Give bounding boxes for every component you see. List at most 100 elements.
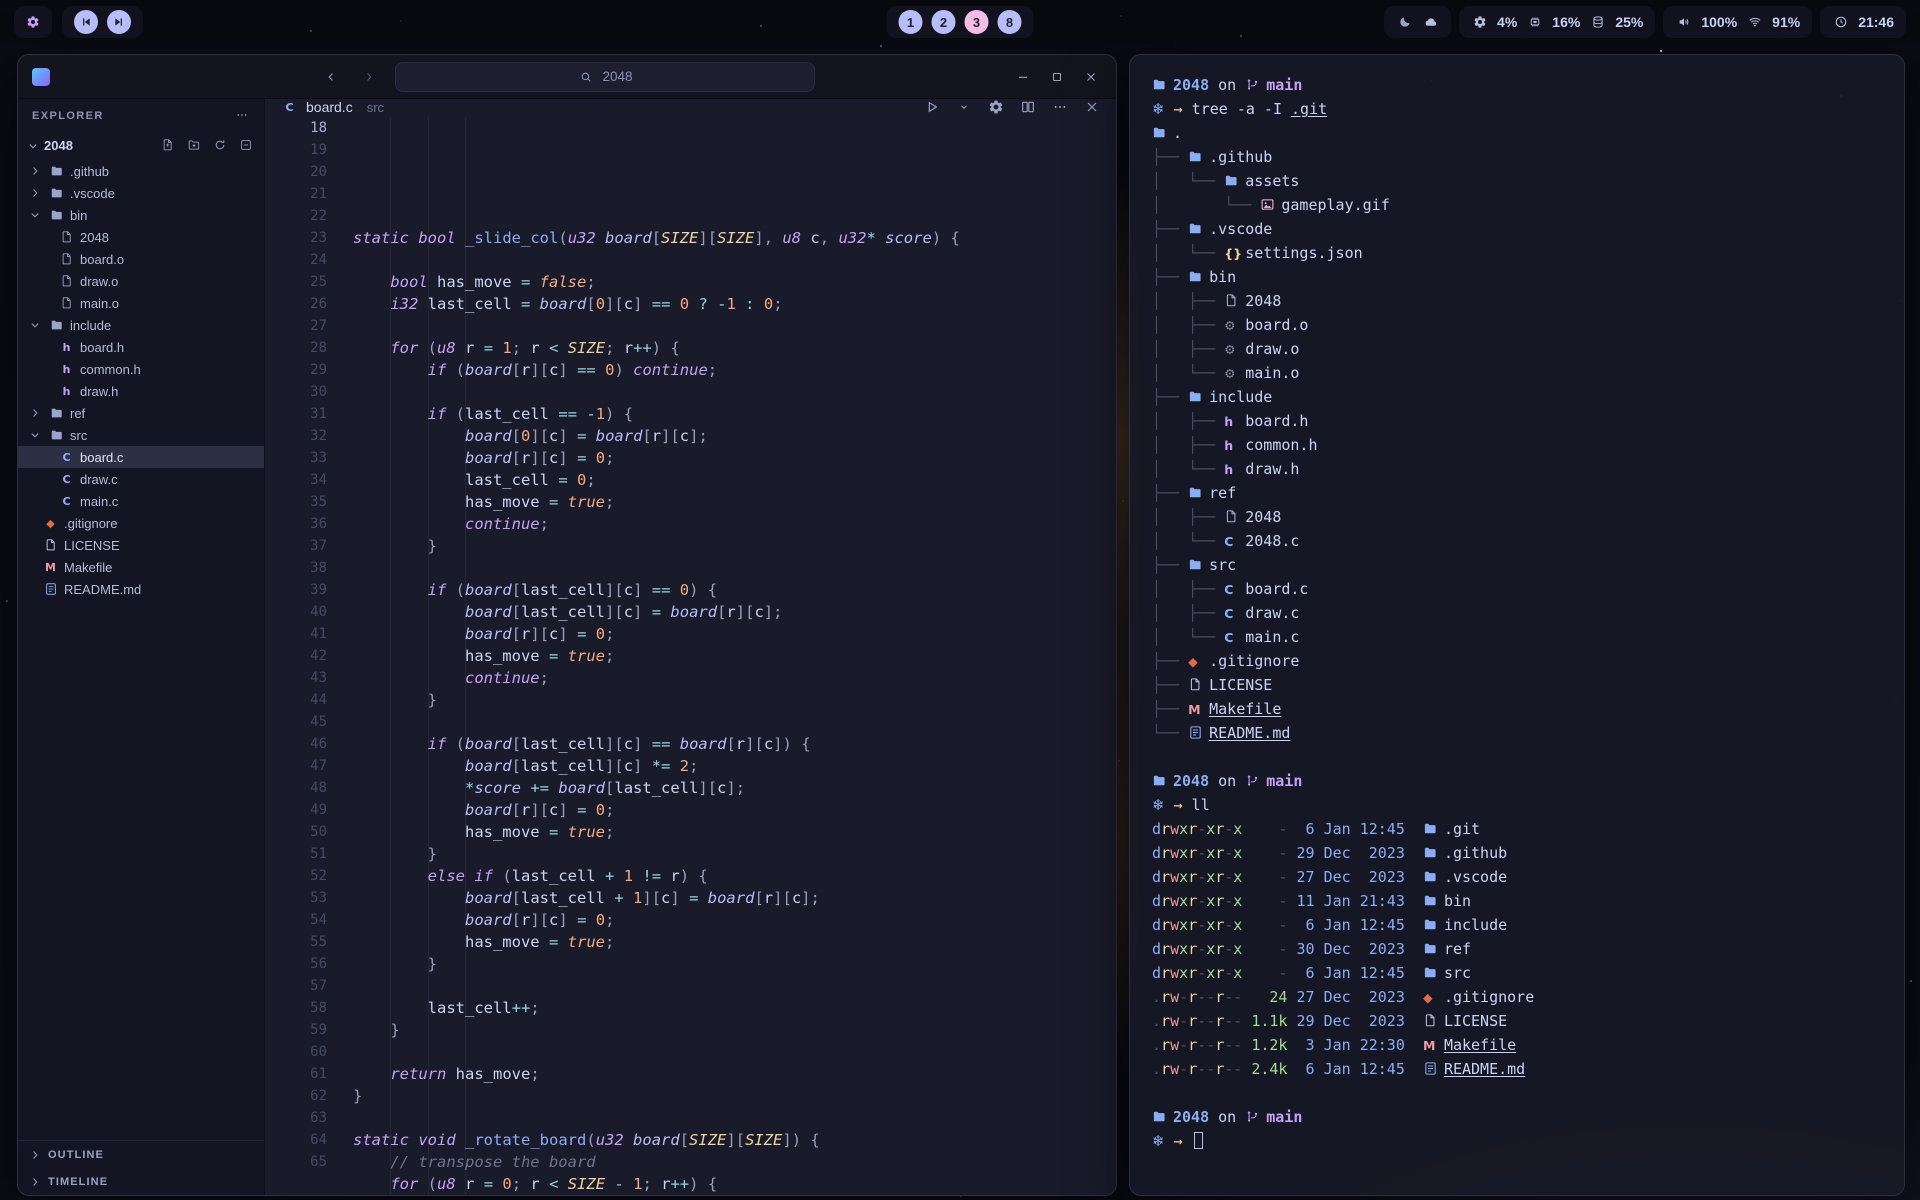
code-line-26[interactable]: if (last_cell == -1) { [353,403,1116,425]
code-line-33[interactable] [353,557,1116,579]
close-editor-button[interactable] [1083,99,1100,115]
code-line-59[interactable]: static void _rotate_board(u32 board[SIZE… [353,1129,1116,1151]
explorer-item-board.h[interactable]: hboard.h [18,336,264,358]
explorer-item-common.h[interactable]: hcommon.h [18,358,264,380]
run-dropdown-icon[interactable] [955,99,972,115]
code-line-45[interactable]: has_move = true; [353,821,1116,843]
code-line-55[interactable] [353,1041,1116,1063]
tab-filename[interactable]: board.c [306,99,353,115]
maximize-button[interactable] [1044,64,1070,90]
code-editor[interactable]: 1819202122232425262728293031323334353637… [265,115,1116,1196]
workspace-2[interactable]: 2 [932,10,956,34]
explorer-item-bin[interactable]: bin [18,204,264,226]
code-line-49[interactable]: board[r][c] = 0; [353,909,1116,931]
code-line-32[interactable]: } [353,535,1116,557]
explorer-item-draw.o[interactable]: draw.o [18,270,264,292]
timeline-panel[interactable]: TIMELINE [18,1168,264,1195]
explorer-item-board.o[interactable]: board.o [18,248,264,270]
code-line-58[interactable] [353,1107,1116,1129]
code-line-57[interactable]: } [353,1085,1116,1107]
refresh-explorer-button[interactable] [211,137,228,155]
code-line-41[interactable]: if (board[last_cell][c] == board[r][c]) … [353,733,1116,755]
code-line-39[interactable]: } [353,689,1116,711]
collapse-folders-button[interactable] [237,137,254,155]
command-center-search[interactable]: 2048 [395,62,815,92]
code-line-21[interactable]: i32 last_cell = board[0][c] == 0 ? -1 : … [353,293,1116,315]
code-line-47[interactable]: else if (last_cell + 1 != r) { [353,865,1116,887]
code-line-46[interactable]: } [353,843,1116,865]
code-line-36[interactable]: board[r][c] = 0; [353,623,1116,645]
next-button[interactable] [107,10,131,34]
explorer-item-board.c[interactable]: Cboard.c [18,446,264,468]
code-line-62[interactable]: for (u8 c = r + 1; c < SIZE; c++) { [353,1195,1116,1196]
workspace-8[interactable]: 8 [998,10,1022,34]
code-line-31[interactable]: continue; [353,513,1116,535]
workspace-3-active[interactable]: 3 [965,10,989,34]
code-line-37[interactable]: has_move = true; [353,645,1116,667]
code-line-43[interactable]: *score += board[last_cell][c]; [353,777,1116,799]
system-stats-widget[interactable]: 4%16%25% [1459,6,1655,38]
code-line-28[interactable]: board[r][c] = 0; [353,447,1116,469]
explorer-item-draw.c[interactable]: Cdraw.c [18,468,264,490]
code-line-50[interactable]: has_move = true; [353,931,1116,953]
explorer-item-.vscode[interactable]: .vscode [18,182,264,204]
audio-network-widget[interactable]: 100%91% [1663,6,1812,38]
code-line-48[interactable]: board[last_cell + 1][c] = board[r][c]; [353,887,1116,909]
code-line-44[interactable]: board[r][c] = 0; [353,799,1116,821]
back-button[interactable] [319,65,343,89]
code-line-51[interactable]: } [353,953,1116,975]
launcher-button[interactable] [14,6,52,38]
code-line-30[interactable]: has_move = true; [353,491,1116,513]
explorer-more-button[interactable] [233,107,250,125]
code-line-18[interactable]: static bool _slide_col(u32 board[SIZE][S… [353,227,1116,249]
explorer-item-.gitignore[interactable]: ◆.gitignore [18,512,264,534]
code-line-61[interactable]: for (u8 r = 0; r < SIZE - 1; r++) { [353,1173,1116,1195]
new-folder-button[interactable] [185,137,202,155]
code-line-52[interactable] [353,975,1116,997]
split-editor-button[interactable] [1019,99,1036,115]
code-line-24[interactable]: if (board[r][c] == 0) continue; [353,359,1116,381]
project-root-row[interactable]: 2048 [18,133,264,158]
run-button[interactable] [923,99,940,115]
explorer-item-ref[interactable]: ref [18,402,264,424]
terminal-content[interactable]: 2048 on main❄ → tree -a -I .git.├── .git… [1130,55,1904,1171]
code-line-56[interactable]: return has_move; [353,1063,1116,1085]
explorer-item-draw.h[interactable]: hdraw.h [18,380,264,402]
code-line-54[interactable]: } [353,1019,1116,1041]
close-button[interactable] [1078,64,1104,90]
outline-panel[interactable]: OUTLINE [18,1141,264,1168]
code-line-40[interactable] [353,711,1116,733]
code-line-19[interactable] [353,249,1116,271]
clock-widget[interactable]: 21:46 [1820,6,1906,38]
code-line-53[interactable]: last_cell++; [353,997,1116,1019]
code-line-42[interactable]: board[last_cell][c] *= 2; [353,755,1116,777]
code-line-29[interactable]: last_cell = 0; [353,469,1116,491]
code-line-38[interactable]: continue; [353,667,1116,689]
workspace-1[interactable]: 1 [899,10,923,34]
weather-widget[interactable] [1384,6,1451,38]
explorer-item-.github[interactable]: .github [18,160,264,182]
explorer-item-Makefile[interactable]: MMakefile [18,556,264,578]
folder-icon [1224,169,1245,193]
explorer-item-include[interactable]: include [18,314,264,336]
code-line-25[interactable] [353,381,1116,403]
code-line-27[interactable]: board[0][c] = board[r][c]; [353,425,1116,447]
new-file-button[interactable] [159,137,176,155]
code-line-23[interactable]: for (u8 r = 1; r < SIZE; r++) { [353,337,1116,359]
code-line-60[interactable]: // transpose the board [353,1151,1116,1173]
explorer-item-main.c[interactable]: Cmain.c [18,490,264,512]
code-line-34[interactable]: if (board[last_cell][c] == 0) { [353,579,1116,601]
more-actions-button[interactable] [1051,99,1068,115]
explorer-item-LICENSE[interactable]: LICENSE [18,534,264,556]
explorer-item-2048[interactable]: 2048 [18,226,264,248]
forward-button[interactable] [357,65,381,89]
explorer-item-README.md[interactable]: README.md [18,578,264,600]
settings-gear-icon[interactable] [987,99,1004,115]
minimize-button[interactable] [1010,64,1036,90]
explorer-item-src[interactable]: src [18,424,264,446]
code-line-35[interactable]: board[last_cell][c] = board[r][c]; [353,601,1116,623]
explorer-item-main.o[interactable]: main.o [18,292,264,314]
code-line-20[interactable]: bool has_move = false; [353,271,1116,293]
code-line-22[interactable] [353,315,1116,337]
prev-button[interactable] [74,10,98,34]
